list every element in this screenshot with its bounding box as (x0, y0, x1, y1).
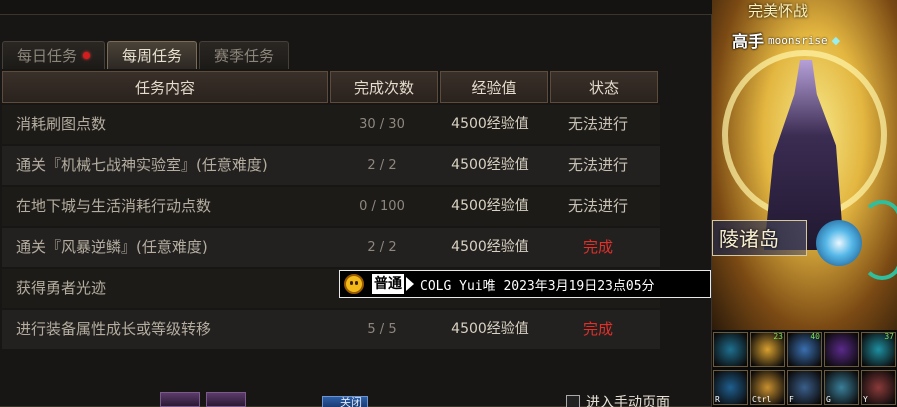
table-row[interactable]: 通关『风暴逆鳞』(任意难度) 2 / 2 4500经验值 完成 (2, 228, 660, 267)
skill-slot-icon[interactable] (713, 332, 748, 367)
tab-season[interactable]: 赛季任务 (199, 41, 290, 69)
task-exp: 4500经验值 (451, 239, 529, 255)
header-exp: 经验值 (440, 71, 548, 103)
arrow-right-icon (406, 277, 414, 291)
skill-slot-icon[interactable]: F (787, 369, 822, 405)
skill-hotkey: R (715, 394, 720, 404)
skill-slot-icon[interactable] (824, 332, 859, 367)
task-name: 消耗刷图点数 (16, 115, 107, 133)
task-name: 获得勇者光迹 (16, 279, 107, 297)
skill-bar: 23 40 37 R Ctrl F G Y (712, 330, 897, 407)
task-exp: 4500经验值 (451, 198, 529, 214)
tab-season-label: 赛季任务 (214, 46, 275, 65)
player-nameplate: 高手 moonsrise ◆ (732, 28, 840, 52)
orb-icon (816, 220, 862, 266)
task-name: 在地下城与生活消耗行动点数 (16, 197, 212, 215)
chat-message: COLG Yui唯 2023年3月19日23点05分 (420, 278, 655, 294)
checkbox-icon[interactable] (566, 395, 580, 407)
smiley-icon (344, 274, 364, 294)
alert-dot-icon (83, 52, 91, 59)
task-name: 进行装备属性成长或等级转移 (16, 320, 212, 338)
task-count: 2 / 2 (367, 158, 397, 173)
bottom-icon-strip (160, 392, 246, 407)
task-count: 30 / 30 (359, 117, 405, 132)
header-task: 任务内容 (2, 71, 328, 103)
close-button-label: 关闭 (340, 396, 362, 407)
task-name: 通关『风暴逆鳞』(任意难度) (16, 238, 208, 256)
task-tabs: 每日任务 每周任务 赛季任务 (2, 41, 290, 69)
header-count: 完成次数 (330, 71, 438, 103)
skill-hotkey: F (789, 394, 794, 404)
task-exp: 4500经验值 (451, 157, 529, 173)
chat-popup[interactable]: 普通 COLG Yui唯 2023年3月19日23点05分 (339, 270, 711, 298)
skill-hotkey: G (826, 394, 831, 404)
table-row[interactable]: 在地下城与生活消耗行动点数 0 / 100 4500经验值 无法进行 (2, 187, 660, 226)
skill-slot-icon[interactable]: 37 (861, 332, 896, 367)
tab-daily-label: 每日任务 (17, 46, 78, 65)
vine-decoration (862, 200, 897, 280)
item-slot-icon[interactable] (206, 392, 246, 407)
task-count: 0 / 100 (359, 199, 405, 214)
player-name: moonsrise (768, 33, 828, 47)
manual-page-label: 进入手动页面 (586, 395, 670, 407)
skill-hotkey: Ctrl (752, 394, 772, 404)
tab-daily[interactable]: 每日任务 (2, 41, 106, 69)
tab-weekly-label: 每周任务 (122, 46, 183, 65)
manual-page-toggle[interactable]: 进入手动页面 (566, 392, 670, 407)
task-count: 2 / 2 (367, 240, 397, 255)
skill-hotkey: Y (863, 394, 868, 404)
task-status: 完成 (582, 320, 613, 338)
task-count: 5 / 5 (367, 322, 397, 337)
location-label: 陵诸岛 (712, 220, 807, 256)
skill-slot-icon[interactable]: R (713, 369, 748, 405)
task-status: 完成 (582, 238, 613, 256)
skill-slot-icon[interactable]: Ctrl (750, 369, 785, 405)
tab-weekly[interactable]: 每周任务 (107, 41, 198, 69)
header-status: 状态 (550, 71, 658, 103)
skill-slot-icon[interactable]: G (824, 369, 859, 405)
table-row[interactable]: 通关『机械七战神实验室』(任意难度) 2 / 2 4500经验值 无法进行 (2, 146, 660, 185)
table-body: 消耗刷图点数 30 / 30 4500经验值 无法进行 通关『机械七战神实验室』… (2, 105, 660, 349)
portrait-banner: 完美怀战 (748, 2, 809, 20)
task-status: 无法进行 (567, 197, 628, 215)
table-header: 任务内容 完成次数 经验值 状态 (2, 71, 660, 103)
skill-level: 37 (884, 332, 894, 341)
chat-channel-badge: 普通 (372, 274, 404, 294)
item-slot-icon[interactable] (160, 392, 200, 407)
diamond-icon: ◆ (831, 33, 841, 47)
player-rank: 高手 (732, 32, 765, 51)
task-status: 无法进行 (567, 115, 628, 133)
task-status: 无法进行 (567, 156, 628, 174)
skill-slot-icon[interactable]: Y (861, 369, 896, 405)
table-row[interactable]: 进行装备属性成长或等级转移 5 / 5 4500经验值 完成 (2, 310, 660, 349)
weekly-task-panel: 每日任务 每周任务 赛季任务 任务内容 完成次数 经验值 状态 消耗刷图点数 3… (0, 14, 712, 407)
character-portrait[interactable]: 完美怀战 高手 moonsrise ◆ 陵诸岛 (712, 0, 897, 330)
task-exp: 4500经验值 (451, 321, 529, 337)
skill-slot-icon[interactable]: 40 (787, 332, 822, 367)
task-exp: 4500经验值 (451, 116, 529, 132)
skill-level: 23 (773, 332, 783, 341)
task-table: 任务内容 完成次数 经验值 状态 消耗刷图点数 30 / 30 4500经验值 … (2, 71, 660, 349)
skill-slot-icon[interactable]: 23 (750, 332, 785, 367)
task-name: 通关『机械七战神实验室』(任意难度) (16, 156, 268, 174)
skill-level: 40 (810, 332, 820, 341)
table-row[interactable]: 消耗刷图点数 30 / 30 4500经验值 无法进行 (2, 105, 660, 144)
